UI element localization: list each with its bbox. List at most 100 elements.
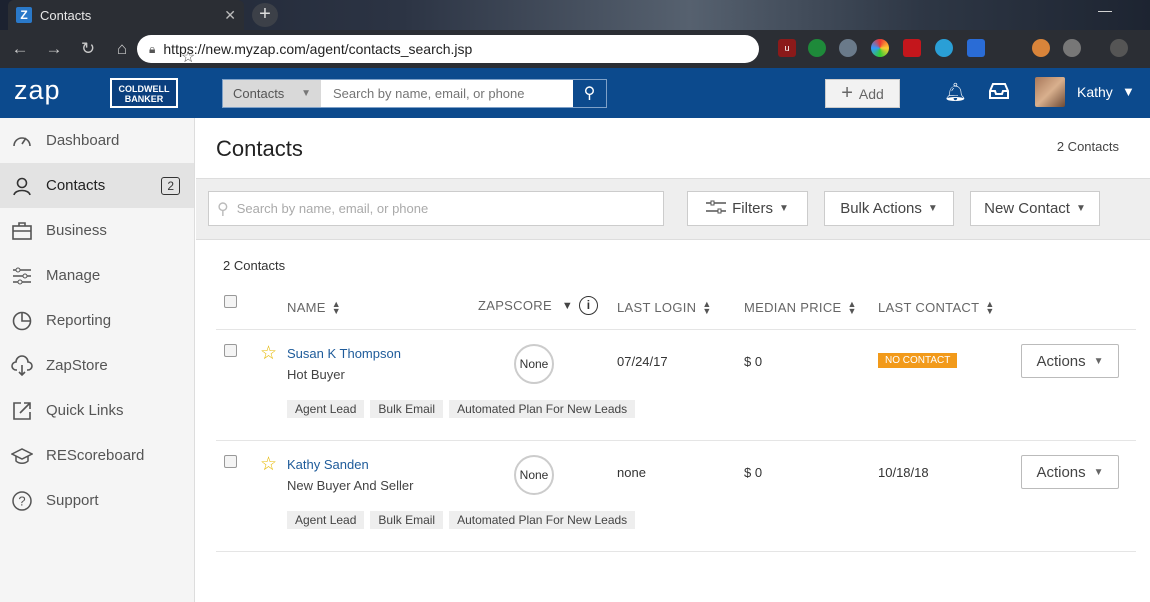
sidebar-item-business[interactable]: Business — [0, 208, 194, 253]
column-label: LAST LOGIN — [617, 300, 697, 315]
lock-icon: 🔒︎ — [149, 41, 156, 56]
actions-button[interactable]: Actions ▼ — [1021, 455, 1119, 489]
sidebar-item-quick-links[interactable]: Quick Links — [0, 388, 194, 433]
contact-name-link[interactable]: Kathy Sanden — [287, 457, 369, 472]
search-scope-select[interactable]: Contacts ▼ — [223, 80, 321, 107]
filters-button[interactable]: Filters ▼ — [687, 191, 808, 226]
column-median-price[interactable]: MEDIAN PRICE ▲ ▼ — [744, 299, 857, 315]
zap-logo[interactable]: zap — [14, 75, 61, 106]
add-label: Add — [858, 85, 884, 102]
avatar[interactable] — [1035, 77, 1065, 107]
sliders-icon — [10, 264, 34, 288]
question-icon: ? — [10, 489, 34, 513]
search-icon: ⚲ — [217, 200, 229, 218]
zapscore-badge: None — [514, 344, 554, 384]
row-checkbox[interactable] — [224, 455, 237, 468]
sidebar-item-zapstore[interactable]: ZapStore — [0, 343, 194, 388]
column-last-contact[interactable]: LAST CONTACT ▲ ▼ — [878, 298, 995, 316]
select-all-checkbox[interactable] — [224, 295, 237, 308]
address-bar[interactable]: 🔒︎ https://new.myzap.com/agent/contacts_… — [137, 35, 759, 66]
bookmark-star-icon[interactable]: ☆ — [181, 47, 195, 67]
new-contact-button[interactable]: New Contact ▼ — [970, 191, 1100, 226]
w-extension-icon[interactable] — [1063, 39, 1081, 57]
cloud-download-icon — [10, 354, 34, 378]
coldwell-banker-logo: COLDWELL BANKER — [110, 78, 178, 108]
forward-icon[interactable]: → — [40, 39, 68, 59]
browser-tab[interactable]: Z Contacts ✕ — [8, 0, 244, 30]
tag-list: Agent Lead Bulk Email Automated Plan For… — [287, 511, 636, 529]
sidebar-item-dashboard[interactable]: Dashboard — [0, 118, 194, 163]
chevron-down-icon: ▼ — [778, 203, 789, 214]
tag-list: Agent Lead Bulk Email Automated Plan For… — [287, 400, 636, 418]
tag: Automated Plan For New Leads — [449, 511, 636, 529]
tag: Agent Lead — [287, 400, 365, 418]
mortarboard-icon — [10, 444, 34, 468]
global-search: Contacts ▼ ⚲ — [222, 79, 607, 108]
app-header: zap COLDWELL BANKER Contacts ▼ ⚲ + Add 🔔… — [0, 68, 1150, 118]
tab-title: Contacts — [40, 7, 92, 23]
star-icon[interactable]: ☆ — [260, 342, 277, 365]
gauge-icon — [10, 129, 34, 153]
reload-icon[interactable]: ↻ — [74, 39, 102, 59]
tag: Agent Lead — [287, 511, 365, 529]
sidebar-item-rescoreboard[interactable]: REScoreboard — [0, 433, 194, 478]
new-contact-label: New Contact — [984, 200, 1070, 217]
inbox-icon[interactable] — [988, 82, 1010, 105]
screen-extension-icon[interactable] — [967, 39, 985, 57]
info-icon[interactable]: i — [579, 296, 599, 315]
sidebar: Dashboard Contacts 2 Business Manage Rep… — [0, 118, 195, 602]
star-icon[interactable]: ☆ — [260, 453, 277, 476]
sidebar-item-contacts[interactable]: Contacts 2 — [0, 163, 194, 208]
gear-extension-icon[interactable] — [839, 39, 857, 57]
column-last-login[interactable]: LAST LOGIN ▲ ▼ — [617, 298, 712, 316]
green-extension-icon[interactable] — [808, 39, 826, 57]
column-name[interactable]: NAME ▲ ▼ — [287, 299, 341, 315]
median-price: $ 0 — [744, 465, 763, 480]
filters-icon — [706, 200, 727, 218]
column-label: NAME — [287, 300, 326, 315]
home-icon[interactable]: ⌂ — [108, 39, 136, 59]
red-extension-icon[interactable] — [903, 39, 921, 57]
bulk-actions-button[interactable]: Bulk Actions ▼ — [824, 191, 954, 226]
browser-toolbar: ← → ↻ ⌂ 🔒︎ https://new.myzap.com/agent/c… — [0, 30, 1150, 90]
search-placeholder: Search by name, email, or phone — [236, 201, 429, 216]
bell-icon[interactable]: 🔔︎ — [944, 82, 967, 103]
sidebar-item-reporting[interactable]: Reporting — [0, 298, 194, 343]
compass-extension-icon[interactable] — [935, 39, 953, 57]
monkey-extension-icon[interactable] — [1032, 39, 1050, 57]
sidebar-item-manage[interactable]: Manage — [0, 253, 194, 298]
user-name[interactable]: Kathy — [1077, 84, 1113, 100]
table-row: ☆ Susan K Thompson Hot Buyer None 07/24/… — [216, 330, 1136, 441]
column-label: MEDIAN PRICE — [744, 300, 842, 315]
new-tab-button[interactable]: + — [252, 3, 278, 27]
user-menu-chevron-icon[interactable]: ▼ — [1122, 84, 1135, 99]
close-tab-icon[interactable]: ✕ — [224, 7, 236, 24]
contact-type: Hot Buyer — [287, 367, 345, 382]
minimize-icon[interactable]: — — [1098, 2, 1112, 18]
contacts-count-badge: 2 — [161, 176, 180, 195]
actions-label: Actions — [1036, 463, 1086, 481]
color-extension-icon[interactable] — [871, 39, 889, 57]
sidebar-item-support[interactable]: ? Support — [0, 478, 194, 523]
ublock-extension-icon[interactable]: u — [778, 39, 796, 57]
median-price: $ 0 — [744, 354, 763, 369]
contact-search-input[interactable]: ⚲ Search by name, email, or phone — [208, 191, 664, 226]
contact-name-link[interactable]: Susan K Thompson — [287, 346, 401, 361]
column-zapscore[interactable]: ZAPSCORE ▼ i — [478, 296, 599, 315]
sort-icon: ▲ ▼ — [985, 298, 995, 316]
back-icon[interactable]: ← — [6, 39, 34, 59]
global-search-input[interactable] — [321, 80, 572, 107]
status-badge: NO CONTACT — [878, 353, 958, 368]
sidebar-item-label: Contacts — [46, 177, 106, 194]
profile-icon[interactable] — [1110, 39, 1128, 57]
actions-button[interactable]: Actions ▼ — [1021, 344, 1119, 378]
search-button[interactable]: ⚲ — [572, 80, 606, 107]
search-scope-label: Contacts — [233, 86, 285, 101]
row-checkbox[interactable] — [224, 344, 237, 357]
add-button[interactable]: + Add — [825, 79, 900, 108]
zap-favicon-icon: Z — [16, 7, 32, 23]
sort-icon: ▲ ▼ — [702, 298, 712, 316]
sort-down-icon: ▼ — [561, 299, 574, 312]
tag: Bulk Email — [370, 511, 444, 529]
piechart-icon — [10, 309, 34, 333]
